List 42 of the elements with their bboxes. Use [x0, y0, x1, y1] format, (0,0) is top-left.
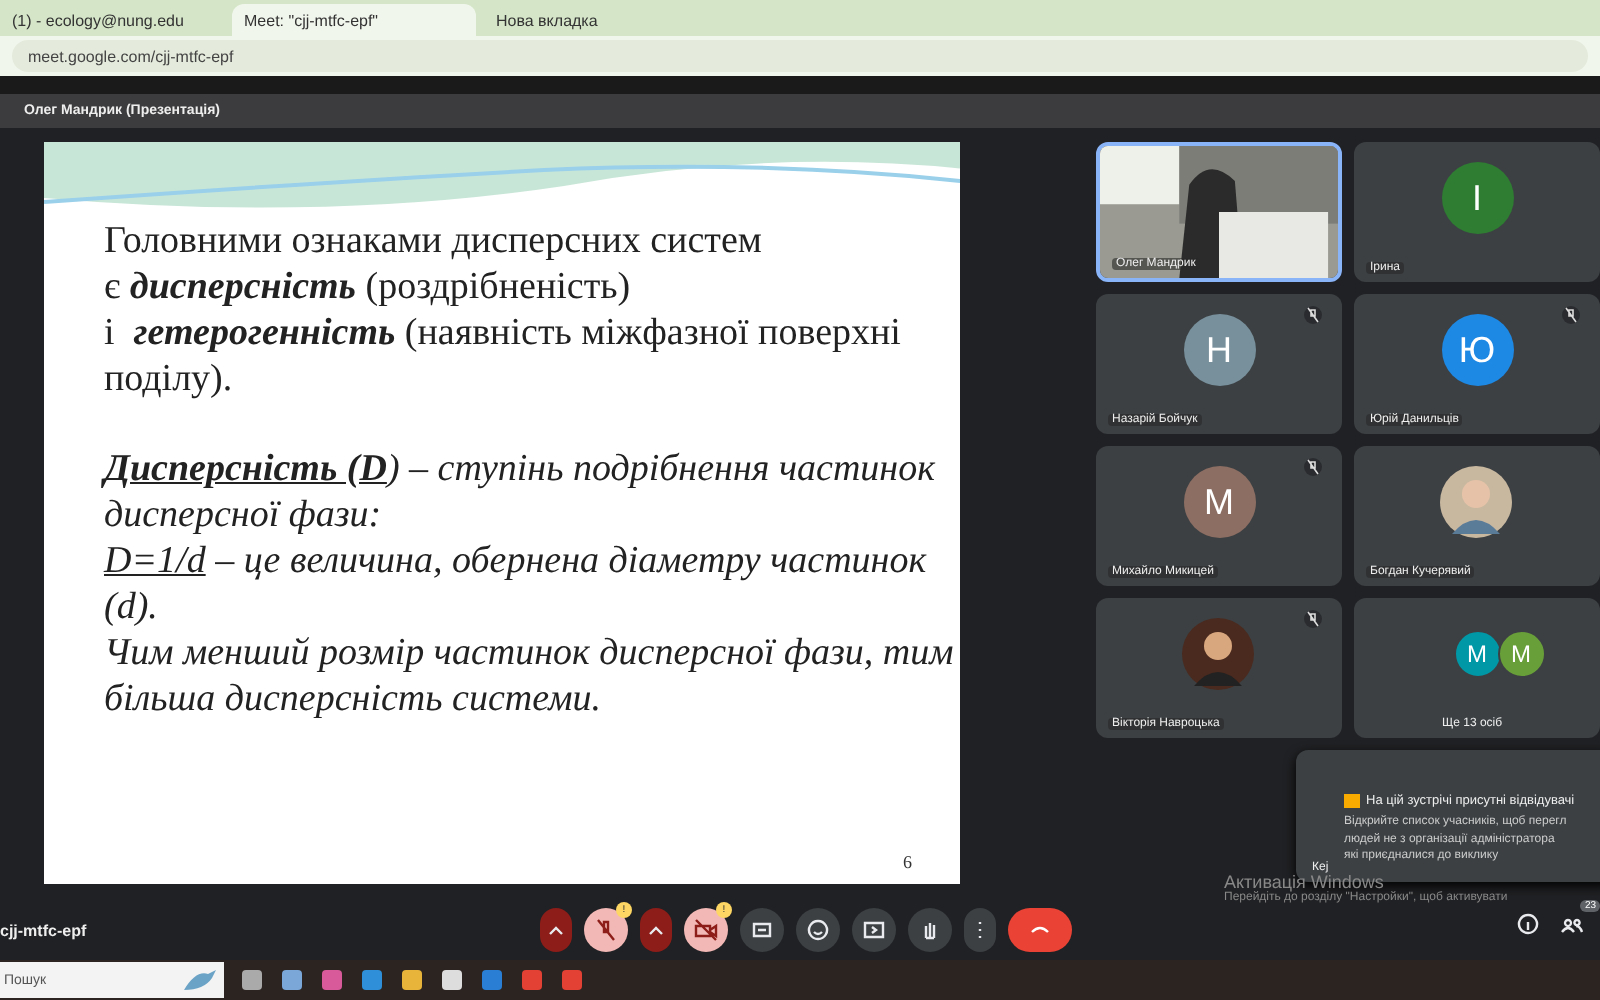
- camera-off-icon: [694, 918, 718, 942]
- camera-options-button[interactable]: [640, 908, 672, 952]
- emoji-icon: [806, 918, 830, 942]
- avatar: М: [1453, 630, 1501, 678]
- slide-text-line: і гетерогенність (наявність міжфазної поверхні: [104, 310, 903, 356]
- slide-text-line: (d).: [104, 584, 160, 630]
- captions-button[interactable]: [740, 908, 784, 952]
- slide-text-line: Дисперсність (D) – ступінь подрібнення частинок: [104, 446, 937, 492]
- present-button[interactable]: [852, 908, 896, 952]
- address-bar[interactable]: meet.google.com/cjj-mtfc-epf: [12, 40, 1588, 72]
- slide-text-line: дисперсної фази:: [104, 492, 384, 538]
- emoji-button[interactable]: [796, 908, 840, 952]
- mic-options-button[interactable]: [540, 908, 572, 952]
- taskbar-app-icon[interactable]: [280, 968, 304, 992]
- taskbar-app-icon[interactable]: [440, 968, 464, 992]
- slide-text-line: D=1/d – це величина, обернена діаметру частинок: [104, 538, 929, 584]
- browser-tab[interactable]: (1) - ecology@nung.edu: [0, 4, 224, 36]
- muted-mic-icon: [594, 918, 618, 942]
- browser-tab[interactable]: Meet: "cjj-mtfc-epf": [232, 4, 476, 36]
- screen-icon: [862, 918, 886, 942]
- slide-text-line: Чим менший розмір частинок дисперсної фази, тим: [104, 630, 956, 676]
- meeting-code: cjj-mtfc-epf: [0, 921, 89, 939]
- avatar: I: [1441, 162, 1513, 234]
- taskbar-app-icon[interactable]: [240, 968, 264, 992]
- avatar: М: [1183, 466, 1255, 538]
- activation-title: Активація Windows: [1224, 872, 1384, 892]
- slide-text-line: Головними ознаками дисперсних систем: [104, 218, 764, 264]
- end-call-button[interactable]: [1008, 908, 1072, 952]
- info-icon: [1516, 912, 1540, 936]
- slide-text-line: є дисперсність (роздрібненість): [104, 264, 633, 310]
- slide-number: 6: [903, 852, 912, 872]
- avatar: М: [1497, 630, 1545, 678]
- info-button[interactable]: [1516, 912, 1540, 936]
- warning-icon: [1344, 794, 1360, 808]
- raise-hand-button[interactable]: [908, 908, 952, 952]
- avatar: Ю: [1441, 314, 1513, 386]
- browser-tab[interactable]: Нова вкладка: [484, 4, 708, 36]
- slide-text-line: поділу).: [104, 356, 235, 402]
- captions-icon: [750, 918, 774, 942]
- avatar: Н: [1183, 314, 1255, 386]
- taskbar-app-icon[interactable]: [400, 968, 424, 992]
- slide-text-line: більша дисперсність системи.: [104, 676, 603, 722]
